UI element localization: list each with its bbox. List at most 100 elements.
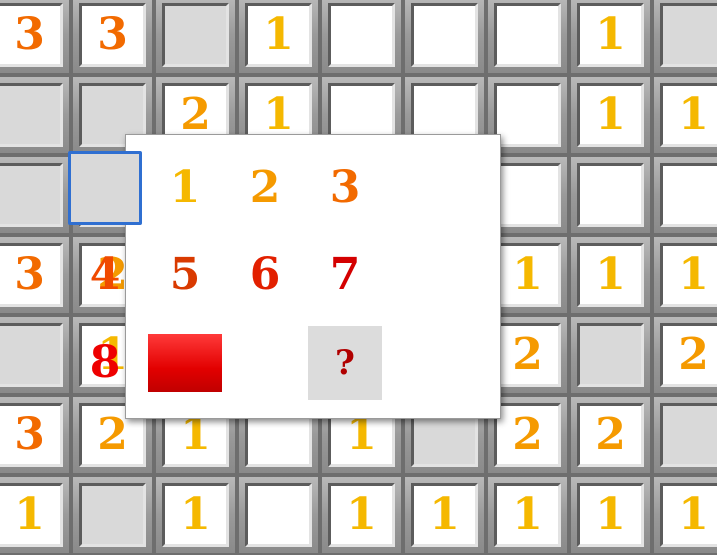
cell-face (245, 483, 312, 547)
cell-number: 1 (678, 489, 709, 540)
option-question[interactable]: ? (308, 326, 382, 400)
cell-number: 1 (512, 489, 543, 540)
cell-number: 1 (346, 489, 377, 540)
cell-number: 3 (97, 9, 128, 60)
cell-number (331, 6, 392, 64)
option-flag[interactable] (148, 326, 222, 400)
board-cell[interactable]: 1 (320, 475, 403, 555)
board-cell[interactable] (652, 395, 717, 475)
cell-face: 1 (328, 483, 395, 547)
board-cell[interactable] (486, 0, 569, 75)
cell-number: 2 (595, 409, 626, 460)
cell-number: 3 (14, 409, 45, 460)
flag-icon (148, 334, 222, 392)
board-cell[interactable] (569, 155, 652, 235)
cell-number (414, 6, 475, 64)
option-empty (228, 326, 302, 400)
board-cell[interactable]: 2 (652, 315, 717, 395)
board-cell[interactable]: 1 (652, 235, 717, 315)
cell-face (79, 483, 146, 547)
board-cell[interactable]: 1 (403, 475, 486, 555)
cell-face (494, 83, 561, 147)
board-cell[interactable] (71, 475, 154, 555)
board-cell[interactable]: 3 (0, 395, 71, 475)
cell-number: 1 (678, 89, 709, 140)
option-number-8[interactable]: 8 (68, 326, 142, 400)
board-cell[interactable] (652, 155, 717, 235)
option-number-1[interactable]: 1 (148, 151, 222, 225)
cell-number (580, 326, 641, 384)
cell-number (497, 166, 558, 224)
cell-number: 1 (595, 249, 626, 300)
board-cell[interactable] (0, 155, 71, 235)
cell-number: 2 (678, 329, 709, 380)
cell-face (0, 83, 63, 147)
board-cell[interactable]: 1 (569, 475, 652, 555)
cell-face (0, 163, 63, 227)
board-cell[interactable] (569, 315, 652, 395)
cell-number: 3 (14, 9, 45, 60)
cell-number: 1 (678, 249, 709, 300)
cell-number: 1 (595, 489, 626, 540)
cell-face: 1 (411, 483, 478, 547)
board-cell[interactable] (0, 75, 71, 155)
board-cell[interactable] (403, 0, 486, 75)
board-cell[interactable]: 3 (71, 0, 154, 75)
cell-number (0, 86, 60, 144)
cell-face (494, 163, 561, 227)
cell-face: 1 (494, 243, 561, 307)
board-cell[interactable]: 1 (237, 0, 320, 75)
cell-number (663, 6, 717, 64)
cell-face (660, 163, 717, 227)
option-number-2[interactable]: 2 (228, 151, 302, 225)
board-cell[interactable]: 1 (154, 475, 237, 555)
cell-face: 1 (577, 483, 644, 547)
cell-face (0, 323, 63, 387)
cell-face: 1 (0, 483, 63, 547)
board-cell[interactable] (652, 0, 717, 75)
cell-face (660, 403, 717, 467)
cell-face (328, 3, 395, 67)
cell-face (162, 3, 229, 67)
cell-face: 1 (245, 3, 312, 67)
board-cell[interactable] (0, 315, 71, 395)
board-cell[interactable]: 1 (486, 475, 569, 555)
cell-number (0, 326, 60, 384)
option-number-5[interactable]: 5 (148, 238, 222, 312)
board-cell[interactable]: 1 (569, 75, 652, 155)
cell-number (497, 6, 558, 64)
cell-number: 1 (429, 489, 460, 540)
board-cell[interactable]: 1 (652, 475, 717, 555)
board-cell[interactable] (320, 0, 403, 75)
board-cell[interactable]: 3 (0, 235, 71, 315)
cell-number: 1 (595, 9, 626, 60)
board-cell[interactable]: 1 (569, 235, 652, 315)
board-cell[interactable]: 3 (0, 0, 71, 75)
cell-face: 1 (660, 243, 717, 307)
option-number-4[interactable]: 4 (68, 238, 142, 312)
board-cell[interactable]: 1 (569, 0, 652, 75)
cell-face (577, 163, 644, 227)
board-cell[interactable] (154, 0, 237, 75)
cell-face: 1 (577, 3, 644, 67)
cell-value-picker: 1 2 3 4 5 6 7 8? (68, 134, 501, 419)
cell-number (0, 166, 60, 224)
cell-number: 3 (14, 249, 45, 300)
option-blank[interactable] (68, 151, 142, 225)
option-number-7[interactable]: 7 (308, 238, 382, 312)
cell-face: 2 (660, 323, 717, 387)
cell-number: 1 (180, 489, 211, 540)
cell-face: 2 (577, 403, 644, 467)
board-cell[interactable] (237, 475, 320, 555)
cell-number: 1 (512, 249, 543, 300)
option-number-6[interactable]: 6 (228, 238, 302, 312)
cell-face: 1 (660, 483, 717, 547)
cell-face: 3 (0, 403, 63, 467)
board-cell[interactable]: 1 (0, 475, 71, 555)
cell-face (411, 3, 478, 67)
board-cell[interactable]: 2 (569, 395, 652, 475)
option-number-3[interactable]: 3 (308, 151, 382, 225)
cell-face: 1 (494, 483, 561, 547)
board-cell[interactable]: 1 (652, 75, 717, 155)
cell-number (82, 486, 143, 544)
